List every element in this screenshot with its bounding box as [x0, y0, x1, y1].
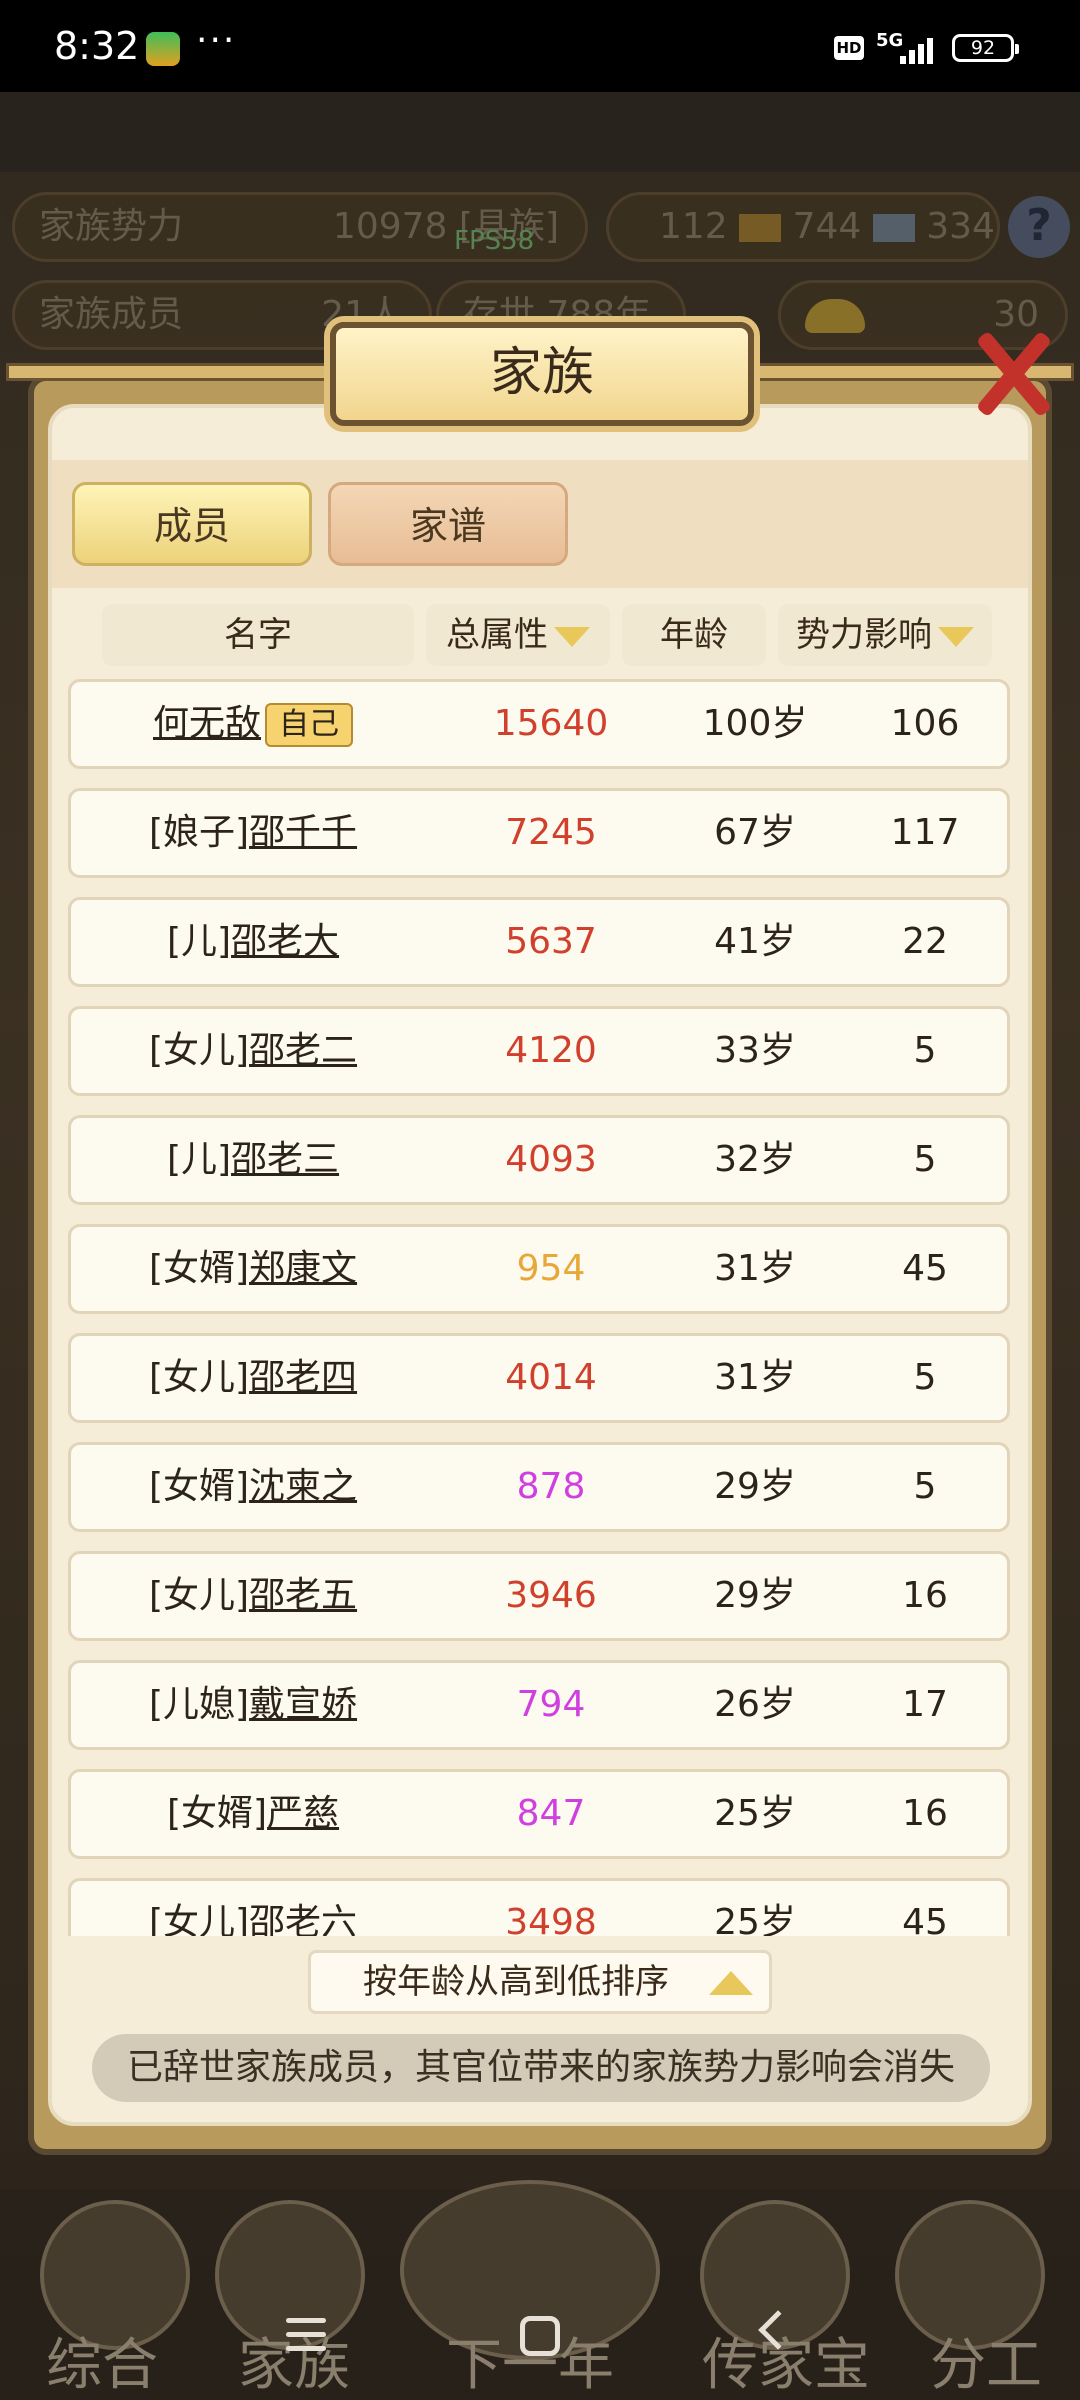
member-total: 15640: [493, 703, 609, 744]
member-name-link[interactable]: 邵老五: [249, 1575, 357, 1616]
member-total: 3498: [505, 1902, 597, 1936]
member-row[interactable]: [儿]邵老大 5637 41岁 22: [68, 897, 1010, 987]
sort-desc-icon: [554, 626, 590, 647]
member-name-link[interactable]: 何无敌: [153, 703, 261, 744]
member-name-link[interactable]: 邵老四: [249, 1357, 357, 1398]
member-age: 31岁: [714, 1248, 796, 1289]
member-name-link[interactable]: 郑康文: [249, 1248, 357, 1289]
member-age: 25岁: [714, 1902, 796, 1936]
member-total: 847: [516, 1793, 586, 1834]
member-age: 33岁: [714, 1030, 796, 1071]
tab-members[interactable]: 成员: [72, 482, 312, 566]
member-name-link[interactable]: 邵老大: [231, 921, 339, 962]
member-row[interactable]: [女儿]邵老六 3498 25岁 45: [68, 1878, 1010, 1936]
member-influence: 117: [890, 812, 960, 853]
member-influence: 16: [902, 1793, 948, 1834]
member-row[interactable]: [女婿]严慈 847 25岁 16: [68, 1769, 1010, 1859]
system-menu-icon[interactable]: [286, 2318, 326, 2352]
member-influence: 106: [890, 703, 960, 744]
member-list[interactable]: 何无敌 自己 15640 100岁 106 [娘子]邵千千 7245 67岁 11…: [68, 676, 1010, 1936]
member-age: 29岁: [714, 1575, 796, 1616]
sort-button-label: 按年龄从高到低排序: [363, 1962, 669, 2002]
member-row[interactable]: [女婿]郑康文 954 31岁 45: [68, 1224, 1010, 1314]
sort-by-age-button[interactable]: 按年龄从高到低排序: [308, 1950, 772, 2014]
hd-voice-icon: HD: [834, 36, 864, 60]
member-influence: 17: [902, 1684, 948, 1725]
status-time: 8:32: [54, 24, 140, 68]
member-name-link[interactable]: 严慈: [267, 1793, 339, 1834]
member-total: 7245: [505, 812, 597, 853]
member-influence: 16: [902, 1575, 948, 1616]
self-badge: 自己: [265, 703, 353, 747]
battery-icon: 92: [952, 34, 1019, 62]
column-header-name: 名字: [102, 604, 414, 666]
member-total: 954: [516, 1248, 586, 1289]
more-notifications-icon: ···: [196, 20, 237, 61]
member-age: 32岁: [714, 1139, 796, 1180]
member-total: 4014: [505, 1357, 597, 1398]
member-name-link[interactable]: 邵千千: [249, 812, 357, 853]
member-age: 67岁: [714, 812, 796, 853]
status-bar: 8:32 ··· HD 5G 92: [0, 0, 1080, 92]
member-age: 100岁: [702, 703, 808, 744]
member-row[interactable]: [女儿]邵老五 3946 29岁 16: [68, 1551, 1010, 1641]
sort-asc-icon: [709, 1971, 753, 1995]
member-total: 5637: [505, 921, 597, 962]
member-row[interactable]: 何无敌 自己 15640 100岁 106: [68, 679, 1010, 769]
member-name-link[interactable]: 沈柬之: [249, 1466, 357, 1507]
column-header-age[interactable]: 年龄: [622, 604, 766, 666]
signal-strength-icon: [900, 34, 940, 64]
member-name-link[interactable]: 邵老六: [249, 1902, 357, 1936]
deceased-notice: 已辞世家族成员，其官位带来的家族势力影响会消失: [92, 2034, 990, 2102]
member-name-link[interactable]: 戴宣娇: [249, 1684, 357, 1725]
member-total: 4120: [505, 1030, 597, 1071]
member-age: 41岁: [714, 921, 796, 962]
member-name-link[interactable]: 邵老三: [231, 1139, 339, 1180]
member-row[interactable]: [儿]邵老三 4093 32岁 5: [68, 1115, 1010, 1205]
member-age: 26岁: [714, 1684, 796, 1725]
member-row[interactable]: [女婿]沈柬之 878 29岁 5: [68, 1442, 1010, 1532]
column-header-influence[interactable]: 势力影响: [778, 604, 992, 666]
member-total: 4093: [505, 1139, 597, 1180]
member-age: 25岁: [714, 1793, 796, 1834]
close-icon[interactable]: [958, 318, 1068, 428]
app-notification-icon: [146, 32, 180, 66]
member-age: 31岁: [714, 1357, 796, 1398]
member-name-link[interactable]: 邵老二: [249, 1030, 357, 1071]
member-row[interactable]: [娘子]邵千千 7245 67岁 117: [68, 788, 1010, 878]
member-influence: 22: [902, 921, 948, 962]
sort-desc-icon: [938, 626, 974, 647]
modal-title: 家族: [330, 322, 754, 426]
member-age: 29岁: [714, 1466, 796, 1507]
member-influence: 45: [902, 1248, 948, 1289]
member-influence: 5: [913, 1030, 937, 1071]
nav-division[interactable]: 分工: [930, 2320, 1042, 2400]
tab-genealogy[interactable]: 家谱: [328, 482, 568, 566]
system-home-icon[interactable]: [520, 2316, 560, 2356]
member-row[interactable]: [儿媳]戴宣娇 794 26岁 17: [68, 1660, 1010, 1750]
column-header-total[interactable]: 总属性: [426, 604, 610, 666]
member-influence: 5: [913, 1139, 937, 1180]
member-total: 878: [516, 1466, 586, 1507]
member-row[interactable]: [女儿]邵老四 4014 31岁 5: [68, 1333, 1010, 1423]
nav-overview[interactable]: 综合: [46, 2320, 158, 2400]
member-influence: 45: [902, 1902, 948, 1936]
member-influence: 5: [913, 1357, 937, 1398]
member-influence: 5: [913, 1466, 937, 1507]
member-row[interactable]: [女儿]邵老二 4120 33岁 5: [68, 1006, 1010, 1096]
member-total: 794: [516, 1684, 586, 1725]
member-total: 3946: [505, 1575, 597, 1616]
